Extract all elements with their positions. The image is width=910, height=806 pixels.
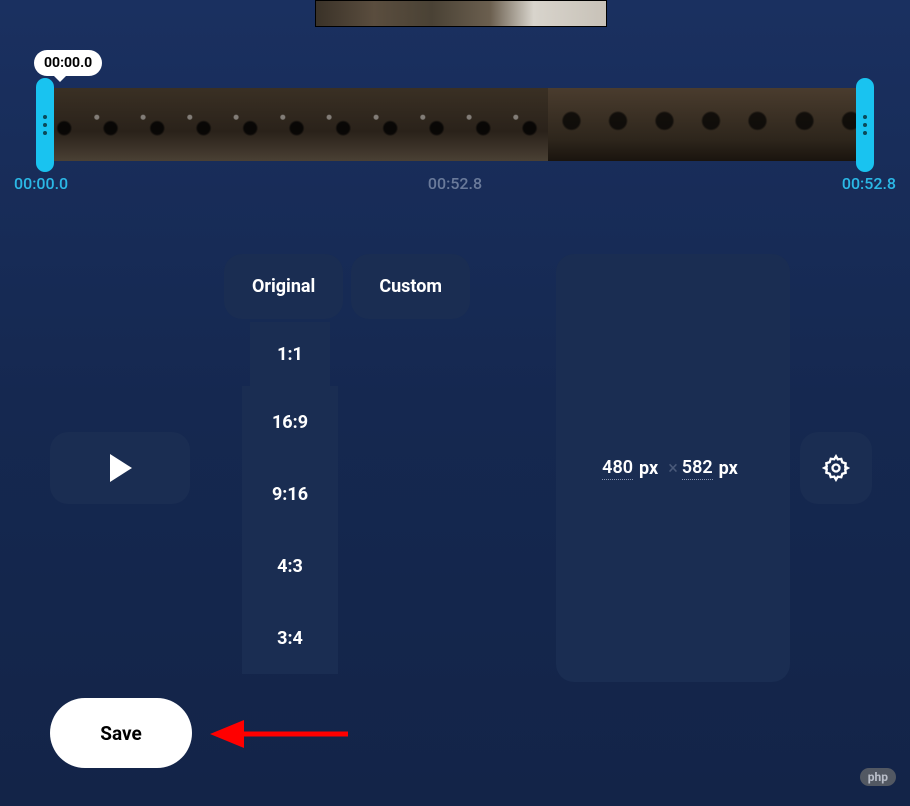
ratio-option-9-16[interactable]: 9:16 (242, 458, 338, 530)
filmstrip-thumb[interactable] (269, 88, 316, 161)
settings-button[interactable] (800, 432, 872, 504)
width-value[interactable]: 480 (602, 457, 633, 480)
filmstrip-thumb[interactable] (734, 88, 781, 161)
save-button[interactable]: Save (50, 698, 192, 768)
ratio-option-16-9[interactable]: 16:9 (242, 386, 338, 458)
ratio-list: 1:116:99:164:33:4 (242, 322, 338, 674)
drag-dots-icon (863, 115, 867, 135)
filmstrip-thumb[interactable] (548, 88, 595, 161)
play-button[interactable] (50, 432, 190, 504)
timeline-position-tooltip: 00:00.0 (34, 50, 102, 76)
arrow-annotation-icon (210, 714, 350, 754)
filmstrip-thumb[interactable] (455, 88, 502, 161)
height-unit: px (719, 458, 738, 479)
height-value[interactable]: 582 (682, 457, 713, 480)
drag-dots-icon (43, 115, 47, 135)
php-badge: php (860, 768, 896, 786)
filmstrip[interactable] (36, 88, 874, 161)
aspect-controls: Original Custom 1:116:99:164:33:4 480 px… (224, 254, 740, 684)
ratio-option-4-3[interactable]: 4:3 (242, 530, 338, 602)
watermark: php (860, 768, 902, 786)
filmstrip-thumb[interactable] (315, 88, 362, 161)
gear-icon (822, 454, 850, 482)
filmstrip-thumb[interactable] (129, 88, 176, 161)
filmstrip-thumb[interactable] (83, 88, 130, 161)
dimension-separator-icon: × (668, 458, 678, 479)
tab-custom[interactable]: Custom (351, 254, 470, 319)
filmstrip-thumb[interactable] (176, 88, 223, 161)
filmstrip-thumb[interactable] (502, 88, 549, 161)
ratio-option-1-1[interactable]: 1:1 (250, 322, 330, 386)
filmstrip-thumb[interactable] (362, 88, 409, 161)
filmstrip-thumb[interactable] (409, 88, 456, 161)
time-start-label: 00:00.0 (14, 174, 68, 193)
filmstrip-thumb[interactable] (222, 88, 269, 161)
filmstrip-thumb[interactable] (781, 88, 828, 161)
filmstrip-thumb[interactable] (641, 88, 688, 161)
time-end-label: 00:52.8 (842, 174, 896, 193)
ratio-option-3-4[interactable]: 3:4 (242, 602, 338, 674)
trim-handle-left[interactable] (36, 78, 54, 172)
trim-handle-right[interactable] (856, 78, 874, 172)
width-unit: px (639, 458, 658, 479)
tab-original[interactable]: Original (224, 254, 343, 319)
video-preview-frame (315, 0, 607, 27)
play-icon (108, 454, 132, 482)
time-mid-label: 00:52.8 (428, 174, 482, 193)
controls: Original Custom 1:116:99:164:33:4 480 px… (50, 254, 860, 684)
filmstrip-thumb[interactable] (688, 88, 735, 161)
filmstrip-thumb[interactable] (595, 88, 642, 161)
dimensions-panel: 480 px × 582 px (556, 254, 790, 682)
time-labels: 00:00.0 00:52.8 00:52.8 (14, 174, 896, 193)
